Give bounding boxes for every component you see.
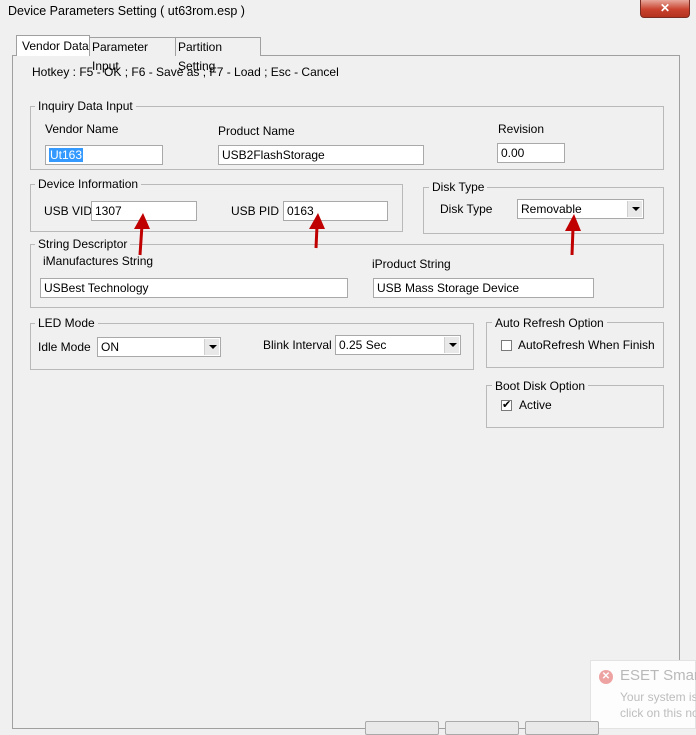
tab-vendor-data[interactable]: Vendor Data (16, 35, 90, 56)
notification-line: click on this no (620, 706, 696, 720)
notification-title: ESET Smar (620, 667, 696, 684)
arrow-up-icon (565, 214, 581, 256)
notification-line: Your system is (620, 690, 696, 704)
bottom-button[interactable] (445, 721, 519, 735)
annotation-arrows (134, 213, 581, 256)
close-icon[interactable]: ✕ (599, 670, 613, 684)
bottom-button[interactable] (525, 721, 599, 735)
arrow-up-icon (309, 213, 325, 249)
arrow-up-icon (134, 213, 150, 256)
bottom-button[interactable] (365, 721, 439, 735)
tab-label: Vendor Data (22, 39, 89, 53)
eset-notification[interactable]: ✕ ESET Smar Your system is click on this… (590, 660, 696, 729)
